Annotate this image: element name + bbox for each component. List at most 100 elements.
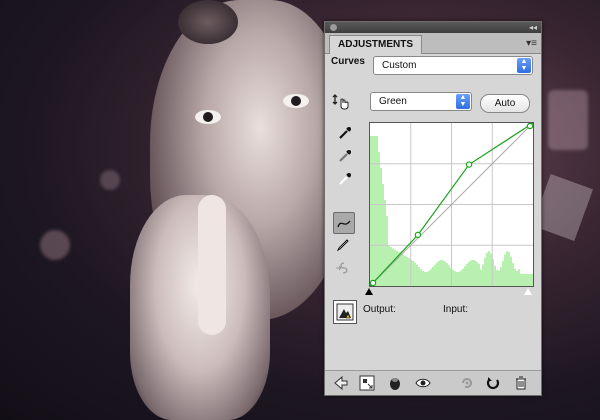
histogram-bar — [498, 270, 500, 286]
histogram-bar — [518, 269, 520, 286]
histogram-bar — [440, 260, 442, 286]
histogram-bar — [466, 263, 468, 286]
expand-view-icon[interactable] — [359, 375, 375, 391]
histogram-bar — [400, 253, 402, 286]
bokeh-light — [40, 230, 70, 260]
histogram-bar — [468, 261, 470, 286]
histogram-bar — [488, 251, 490, 286]
back-arrow-icon[interactable] — [333, 375, 349, 391]
on-image-adjust-icon[interactable] — [331, 92, 351, 112]
white-point-eyedropper-icon[interactable] — [335, 169, 355, 189]
left-eye — [195, 110, 221, 124]
tab-adjustments[interactable]: ADJUSTMENTS — [329, 35, 423, 54]
close-icon[interactable] — [330, 24, 337, 31]
histogram-bar — [510, 256, 512, 286]
histogram-bar — [448, 265, 450, 286]
histogram-bar — [378, 152, 380, 286]
histogram-bar — [490, 253, 492, 286]
histogram-bar — [512, 263, 514, 286]
histogram-bar — [438, 260, 440, 286]
visibility-eye-icon[interactable] — [415, 375, 431, 391]
curve-control-point[interactable] — [465, 161, 473, 168]
panel-titlebar[interactable]: ◂◂ — [325, 22, 541, 33]
histogram-bar — [412, 260, 414, 286]
histogram-bar — [446, 263, 448, 286]
histogram-bar — [394, 249, 396, 286]
histogram-bar — [530, 274, 532, 286]
clipping-warning-icon[interactable] — [333, 300, 357, 324]
collapse-icon[interactable]: ◂◂ — [529, 22, 537, 33]
index-finger — [198, 195, 226, 335]
histogram-bar — [422, 270, 424, 286]
select-arrows-icon: ▲ ▼ — [456, 94, 470, 109]
histogram-bar — [416, 264, 418, 286]
right-eye — [283, 94, 309, 108]
histogram-bar — [424, 271, 426, 286]
histogram-bar — [414, 262, 416, 286]
histogram-bar — [504, 254, 506, 286]
histogram-bar — [480, 269, 482, 286]
histogram-bar — [462, 268, 464, 286]
white-input-slider[interactable] — [524, 288, 532, 295]
histogram-bar — [500, 267, 502, 286]
histogram-bar — [444, 261, 446, 286]
histogram-bar — [370, 136, 372, 286]
clip-to-layer-icon[interactable] — [387, 375, 403, 391]
histogram-bar — [418, 267, 420, 286]
curve-edit-points-icon[interactable] — [333, 212, 355, 234]
output-label: Output: — [363, 304, 396, 315]
histogram-bar — [502, 260, 504, 286]
channel-value: Green — [379, 96, 407, 107]
curve-control-point[interactable] — [414, 231, 422, 239]
auto-button[interactable]: Auto — [480, 94, 530, 113]
trash-icon[interactable] — [513, 375, 529, 391]
panel-menu-icon[interactable]: ▾≡ — [526, 38, 537, 49]
black-input-slider[interactable] — [365, 288, 373, 295]
reset-icon[interactable] — [485, 375, 501, 391]
curve-control-point[interactable] — [526, 122, 534, 130]
histogram-bar — [494, 265, 496, 286]
histogram-bar — [402, 254, 404, 286]
histogram-bar — [460, 270, 462, 286]
black-point-eyedropper-icon[interactable] — [335, 123, 355, 143]
bird — [178, 0, 238, 44]
histogram-bar — [392, 248, 394, 286]
histogram-bar — [476, 261, 478, 286]
histogram-bar — [430, 269, 432, 286]
histogram-bar — [386, 216, 388, 286]
gray-point-eyedropper-icon[interactable] — [335, 146, 355, 166]
preset-value: Custom — [382, 60, 417, 71]
histogram-bar — [474, 260, 476, 286]
histogram-bar — [506, 251, 508, 286]
histogram-bar — [532, 274, 534, 286]
histogram-bar — [436, 262, 438, 286]
preset-select[interactable]: Custom ▲ ▼ — [373, 56, 533, 75]
view-previous-state-icon[interactable] — [459, 375, 475, 391]
histogram-bar — [486, 252, 488, 286]
bokeh-light — [548, 90, 588, 150]
histogram-bar — [464, 266, 466, 286]
curve-control-point[interactable] — [369, 279, 377, 287]
select-arrows-icon: ▲ ▼ — [517, 58, 531, 73]
histogram-bar — [426, 271, 428, 286]
channel-select[interactable]: Green ▲ ▼ — [370, 92, 472, 111]
curves-graph[interactable] — [369, 122, 534, 287]
histogram-bar — [478, 263, 480, 286]
smooth-curve-icon — [333, 258, 353, 278]
histogram-bar — [374, 136, 376, 286]
histogram-bar — [408, 258, 410, 286]
adjustment-name: Curves — [331, 56, 365, 67]
input-label: Input: — [443, 304, 469, 315]
histogram-bar — [404, 255, 406, 286]
histogram-bar — [372, 136, 374, 286]
histogram-bar — [484, 258, 486, 286]
pencil-icon[interactable] — [333, 235, 353, 255]
histogram-bar — [452, 269, 454, 286]
histogram-bar — [434, 264, 436, 286]
histogram-bar — [456, 271, 458, 286]
histogram-bar — [384, 200, 386, 286]
tab-bar: ADJUSTMENTS ▾≡ — [325, 33, 541, 54]
histogram-bar — [524, 274, 526, 286]
histogram-bar — [454, 271, 456, 286]
adjustments-panel: ◂◂ ADJUSTMENTS ▾≡ Curves Custom ▲ ▼ Green… — [324, 21, 542, 396]
